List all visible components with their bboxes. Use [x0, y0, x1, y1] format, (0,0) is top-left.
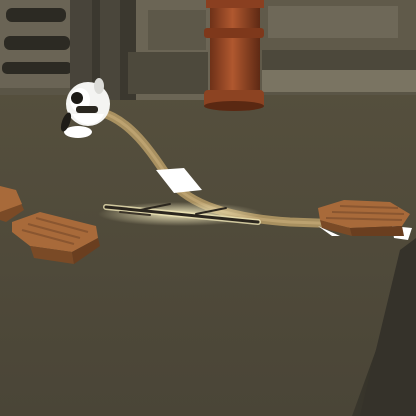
wooden-stick[interactable]	[98, 202, 262, 226]
copper-pipe	[204, 0, 264, 111]
scene-canvas	[0, 0, 416, 416]
back-wall	[0, 0, 416, 100]
game-viewport[interactable]	[0, 0, 416, 416]
